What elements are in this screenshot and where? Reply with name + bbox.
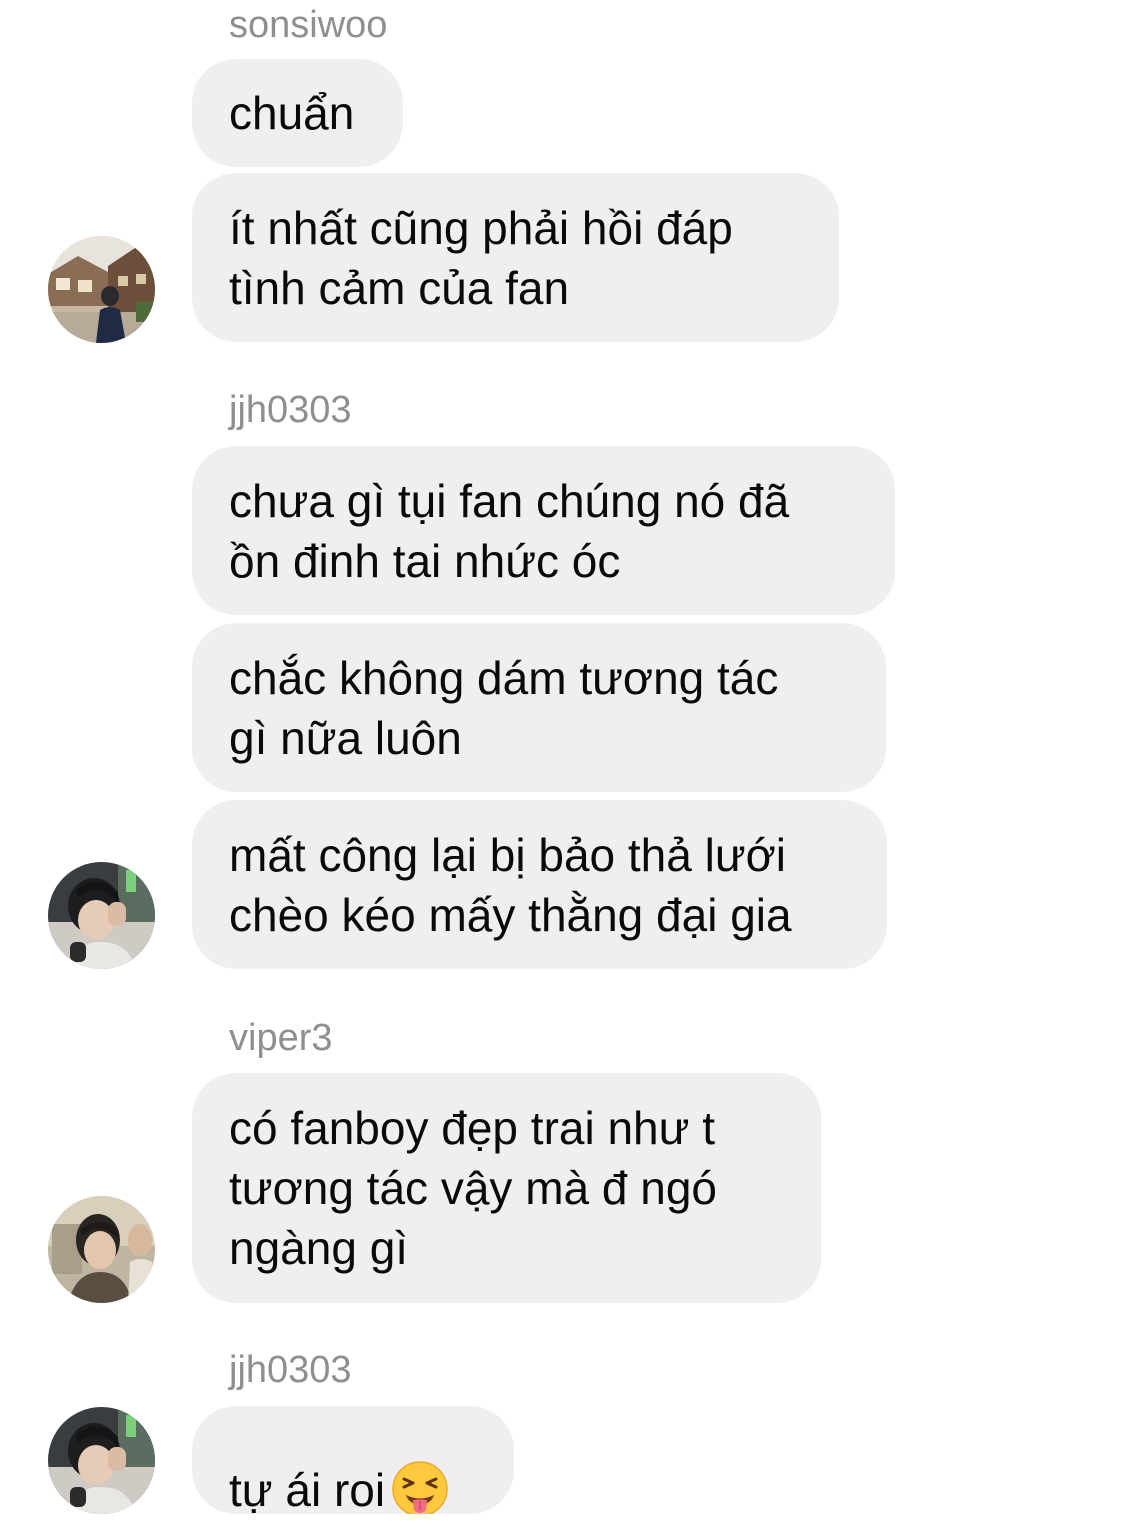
message-bubble[interactable]: chuẩn [192,59,403,167]
avatar-photo [48,1196,155,1303]
avatar[interactable] [48,1196,155,1303]
sender-name: jjh0303 [229,389,352,431]
message-text: chưa gì tụi fan chúng nó đã ồn đinh tai … [229,474,790,587]
avatar-photo [48,1407,155,1514]
message-text: tự ái roi [229,1406,449,1514]
message-bubble[interactable]: chắc không dám tương tác gì nữa luôn [192,623,886,792]
squinting-face-with-tongue-icon [392,1461,448,1514]
message-text: có fanboy đẹp trai như t tương tác vậy m… [229,1102,717,1274]
message-bubble[interactable]: ít nhất cũng phải hồi đáp tình cảm của f… [192,173,839,342]
avatar[interactable] [48,862,155,969]
message-text: chuẩn [229,87,355,139]
message-text: mất công lại bị bảo thả lưới chèo kéo mấ… [229,828,792,941]
sender-name: sonsiwoo [229,4,388,46]
avatar[interactable] [48,236,155,343]
message-bubble[interactable]: mất công lại bị bảo thả lưới chèo kéo mấ… [192,800,887,969]
message-text-content: tự ái roi [229,1464,386,1514]
message-bubble[interactable]: có fanboy đẹp trai như t tương tác vậy m… [192,1073,821,1303]
sender-name: viper3 [229,1017,333,1059]
message-bubble[interactable]: tự ái roi [192,1406,514,1514]
avatar-photo [48,862,155,969]
message-text: ít nhất cũng phải hồi đáp tình cảm của f… [229,201,733,314]
message-text: chắc không dám tương tác gì nữa luôn [229,651,779,764]
message-bubble[interactable]: chưa gì tụi fan chúng nó đã ồn đinh tai … [192,446,895,615]
sender-name: jjh0303 [229,1349,352,1391]
avatar[interactable] [48,1407,155,1514]
avatar-photo [48,236,155,343]
